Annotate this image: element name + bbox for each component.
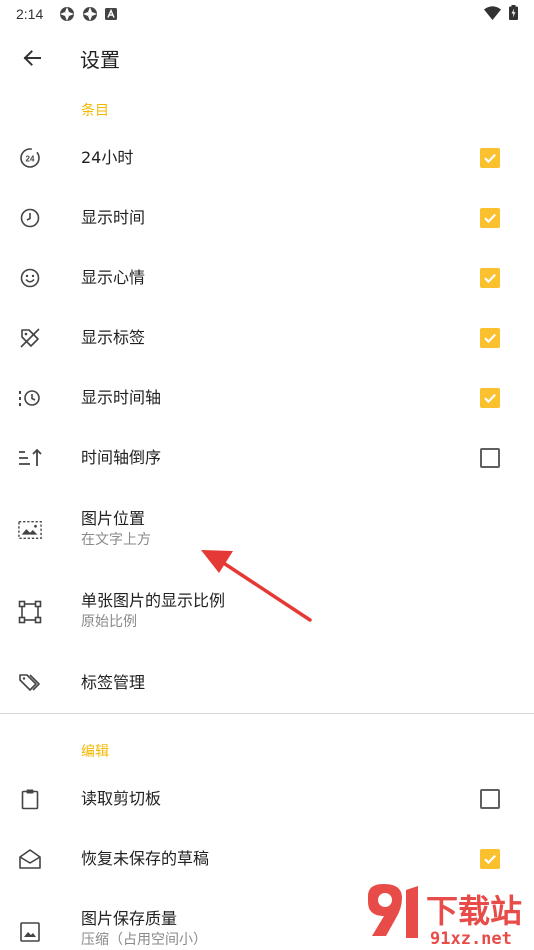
clock-icon	[18, 206, 42, 230]
app-notification-icon	[83, 7, 98, 21]
checkbox-show-timeline[interactable]	[480, 388, 500, 408]
setting-restore-draft[interactable]: 恢复未保存的草稿	[0, 829, 534, 889]
setting-read-clipboard[interactable]: 读取剪切板	[0, 769, 534, 829]
status-system-icons	[484, 5, 518, 20]
smiley-icon	[18, 266, 42, 290]
status-notification-icons	[59, 6, 118, 22]
section-divider	[0, 713, 534, 714]
tag-off-icon	[18, 326, 42, 350]
checkbox-show-tags[interactable]	[480, 328, 500, 348]
checkbox-24-hour[interactable]	[480, 148, 500, 168]
checkbox-show-mood[interactable]	[480, 268, 500, 288]
sort-ascending-icon	[18, 446, 42, 470]
setting-title: 显示时间	[81, 208, 146, 227]
setting-timeline-reverse[interactable]: 时间轴倒序	[0, 428, 534, 488]
setting-24-hour[interactable]: 24 24小时	[0, 128, 534, 188]
setting-title: 恢复未保存的草稿	[81, 849, 210, 868]
setting-show-timeline[interactable]: 显示时间轴	[0, 368, 534, 428]
setting-title: 标签管理	[81, 673, 146, 692]
tags-icon	[18, 671, 42, 695]
battery-icon	[509, 5, 518, 20]
checkbox-timeline-reverse[interactable]	[480, 448, 500, 468]
image-icon	[18, 920, 42, 944]
setting-show-time[interactable]: 显示时间	[0, 188, 534, 248]
setting-title: 单张图片的显示比例	[81, 591, 226, 610]
image-placeholder-icon	[18, 518, 42, 542]
arrow-back-icon	[23, 50, 41, 66]
watermark-logo: 下载站 91xz.net	[362, 882, 534, 950]
back-button[interactable]	[0, 28, 64, 88]
setting-show-tags[interactable]: 显示标签	[0, 308, 534, 368]
wifi-icon	[484, 5, 501, 20]
crop-frame-icon	[18, 600, 42, 624]
clipboard-icon	[18, 787, 42, 811]
section-header-items: 条目	[81, 103, 109, 119]
status-bar: 2:14	[0, 0, 534, 28]
app-notification-icon	[60, 7, 75, 21]
setting-title: 显示标签	[81, 328, 146, 347]
watermark-site: 91xz.net	[430, 929, 512, 949]
setting-title: 24小时	[81, 148, 134, 167]
setting-show-mood[interactable]: 显示心情	[0, 248, 534, 308]
setting-title: 显示心情	[81, 268, 146, 287]
timeline-icon	[18, 386, 42, 410]
watermark-brand: 下载站	[426, 892, 522, 930]
setting-title: 时间轴倒序	[81, 448, 162, 467]
setting-title: 显示时间轴	[81, 388, 162, 407]
setting-image-position[interactable]: 图片位置 在文字上方	[0, 490, 534, 570]
setting-subtitle: 原始比例	[81, 614, 137, 630]
page-title: 设置	[80, 47, 120, 72]
mail-open-icon	[18, 847, 42, 871]
checkbox-show-time[interactable]	[480, 208, 500, 228]
setting-title: 图片保存质量	[81, 909, 178, 928]
a-notification-icon	[105, 8, 118, 20]
checkbox-restore-draft[interactable]	[480, 849, 500, 869]
checkbox-read-clipboard[interactable]	[480, 789, 500, 809]
svg-text:24: 24	[26, 155, 35, 164]
setting-image-ratio[interactable]: 单张图片的显示比例 原始比例	[0, 572, 534, 652]
setting-title: 图片位置	[81, 509, 146, 528]
status-time: 2:14	[16, 6, 44, 22]
setting-subtitle: 压缩（占用空间小）	[81, 932, 207, 948]
app-bar: 设置	[0, 28, 534, 88]
section-header-edit: 编辑	[81, 744, 109, 760]
setting-tag-manage[interactable]: 标签管理	[0, 653, 534, 713]
clock-24-icon: 24	[18, 146, 42, 170]
setting-subtitle: 在文字上方	[81, 532, 151, 548]
setting-title: 读取剪切板	[81, 789, 162, 808]
